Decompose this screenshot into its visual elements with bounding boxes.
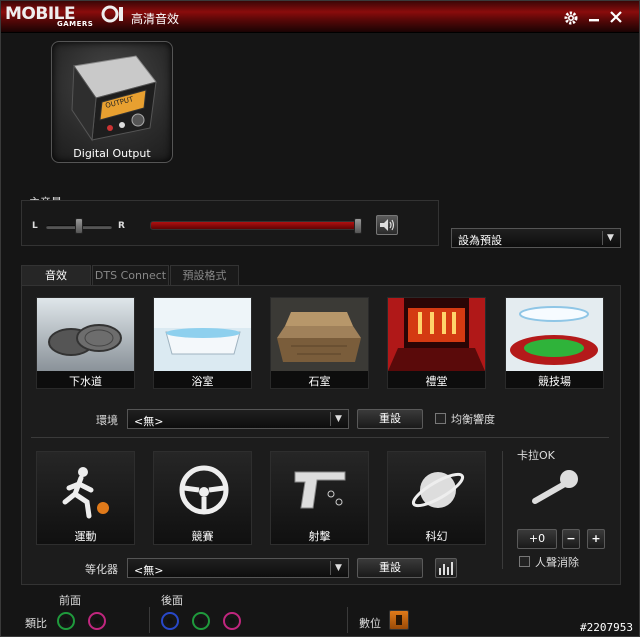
front-green-jack-icon[interactable] [57,612,75,630]
settings-gear-icon[interactable] [562,9,580,27]
title-bar: MOBILE GAMERS 高清音效 [1,1,639,33]
karaoke-level-value: +0 [517,529,557,549]
preset-label: 射擊 [308,530,331,543]
bathroom-icon [154,298,251,371]
preset-tile-racing[interactable]: 競賽 [153,451,252,545]
preset-tile-sports[interactable]: 運動 [36,451,135,545]
minimize-button[interactable] [585,9,603,27]
window-title: 高清音效 [131,12,180,26]
preset-tile-scifi[interactable]: 科幻 [387,451,486,545]
equalizer-dropdown[interactable]: <無> ▼ [127,558,349,578]
equalize-loudness-label: 均衡響度 [451,413,495,426]
app-window: MOBILE GAMERS 高清音效 OUTPUT Digital Output… [0,0,640,637]
equalizer-label: 等化器 [85,563,118,576]
vocal-cancel-label: 人聲消除 [535,556,579,569]
jack-divider [347,607,348,633]
digital-label: 數位 [359,617,381,630]
digital-output-jack-icon[interactable] [389,610,409,630]
tab-default-format[interactable]: 預設格式 [170,265,239,285]
arena-icon [506,298,603,371]
environment-tile-bathroom[interactable]: 浴室 [153,297,252,389]
karaoke-minus-button[interactable]: − [562,529,580,549]
rear-blue-jack-icon[interactable] [161,612,179,630]
chevron-down-icon: ▼ [330,412,346,426]
equalizer-bars-icon [439,562,453,575]
environment-tile-sewer[interactable]: 下水道 [36,297,135,389]
environment-tile-stone-room[interactable]: 石室 [270,297,369,389]
device-label: Digital Output [73,147,151,160]
environment-label: 環境 [96,414,118,427]
sports-icon [62,467,109,519]
balance-right-label: R [118,221,125,231]
balance-slider-thumb[interactable] [75,218,83,234]
balance-left-label: L [32,221,38,231]
preset-label: 運動 [74,530,97,543]
master-volume-group: L R [21,200,439,246]
karaoke-plus-button[interactable]: + [587,529,605,549]
equalize-loudness-checkbox[interactable] [435,413,446,424]
environment-label: 禮堂 [425,375,448,388]
rear-jacks-label: 後面 [161,594,183,607]
environment-label: 競技場 [538,375,571,388]
chevron-down-icon: ▼ [330,561,346,575]
rear-green-jack-icon[interactable] [192,612,210,630]
environment-label: 石室 [308,375,331,388]
analog-label: 類比 [25,617,47,630]
environment-tile-arena[interactable]: 競技場 [505,297,604,389]
set-default-dropdown[interactable]: 設為預設 ▼ [451,228,621,248]
app-logo: MOBILE GAMERS [5,4,127,30]
digital-output-device[interactable]: OUTPUT Digital Output [51,41,173,163]
set-default-value: 設為預設 [458,234,502,247]
sewer-icon [37,298,134,371]
environment-label: 下水道 [69,375,102,388]
microphone-icon [532,470,578,504]
chevron-down-icon: ▼ [602,231,618,245]
stone-room-icon [271,298,368,371]
preset-tile-shooting[interactable]: 射擊 [270,451,369,545]
equalizer-reset-button[interactable]: 重設 [357,558,423,578]
logo-mark-icon [101,5,123,23]
planet-icon [411,472,465,508]
volume-slider-thumb[interactable] [354,218,362,234]
front-jacks-label: 前面 [59,594,81,607]
watermark: #2207953 [580,621,633,634]
karaoke-label: 卡拉OK [517,449,555,462]
digital-output-device-icon: OUTPUT [71,55,157,142]
vocal-cancel-checkbox[interactable] [519,556,530,567]
equalizer-value: <無> [134,564,164,577]
preset-label: 科幻 [425,530,448,543]
logo-subtext: GAMERS [57,20,94,28]
auditorium-icon [388,298,485,371]
jack-divider [149,607,150,633]
front-pink-jack-icon[interactable] [88,612,106,630]
vertical-divider [502,451,503,569]
mute-button[interactable] [376,215,398,235]
environment-tile-auditorium[interactable]: 禮堂 [387,297,486,389]
steering-wheel-icon [179,465,229,515]
environment-label: 浴室 [191,375,214,388]
preset-label: 競賽 [191,530,214,543]
divider [31,437,609,438]
volume-slider[interactable] [150,221,358,230]
environment-dropdown[interactable]: <無> ▼ [127,409,349,429]
rear-pink-jack-icon[interactable] [223,612,241,630]
pistol-icon [294,471,346,509]
environment-value: <無> [134,415,164,428]
tab-effects[interactable]: 音效 [21,265,91,285]
equalizer-settings-button[interactable] [435,558,457,578]
tab-dts-connect[interactable]: DTS Connect [92,265,169,285]
speaker-icon [380,219,395,231]
environment-reset-button[interactable]: 重設 [357,409,423,429]
close-button[interactable] [607,9,625,27]
